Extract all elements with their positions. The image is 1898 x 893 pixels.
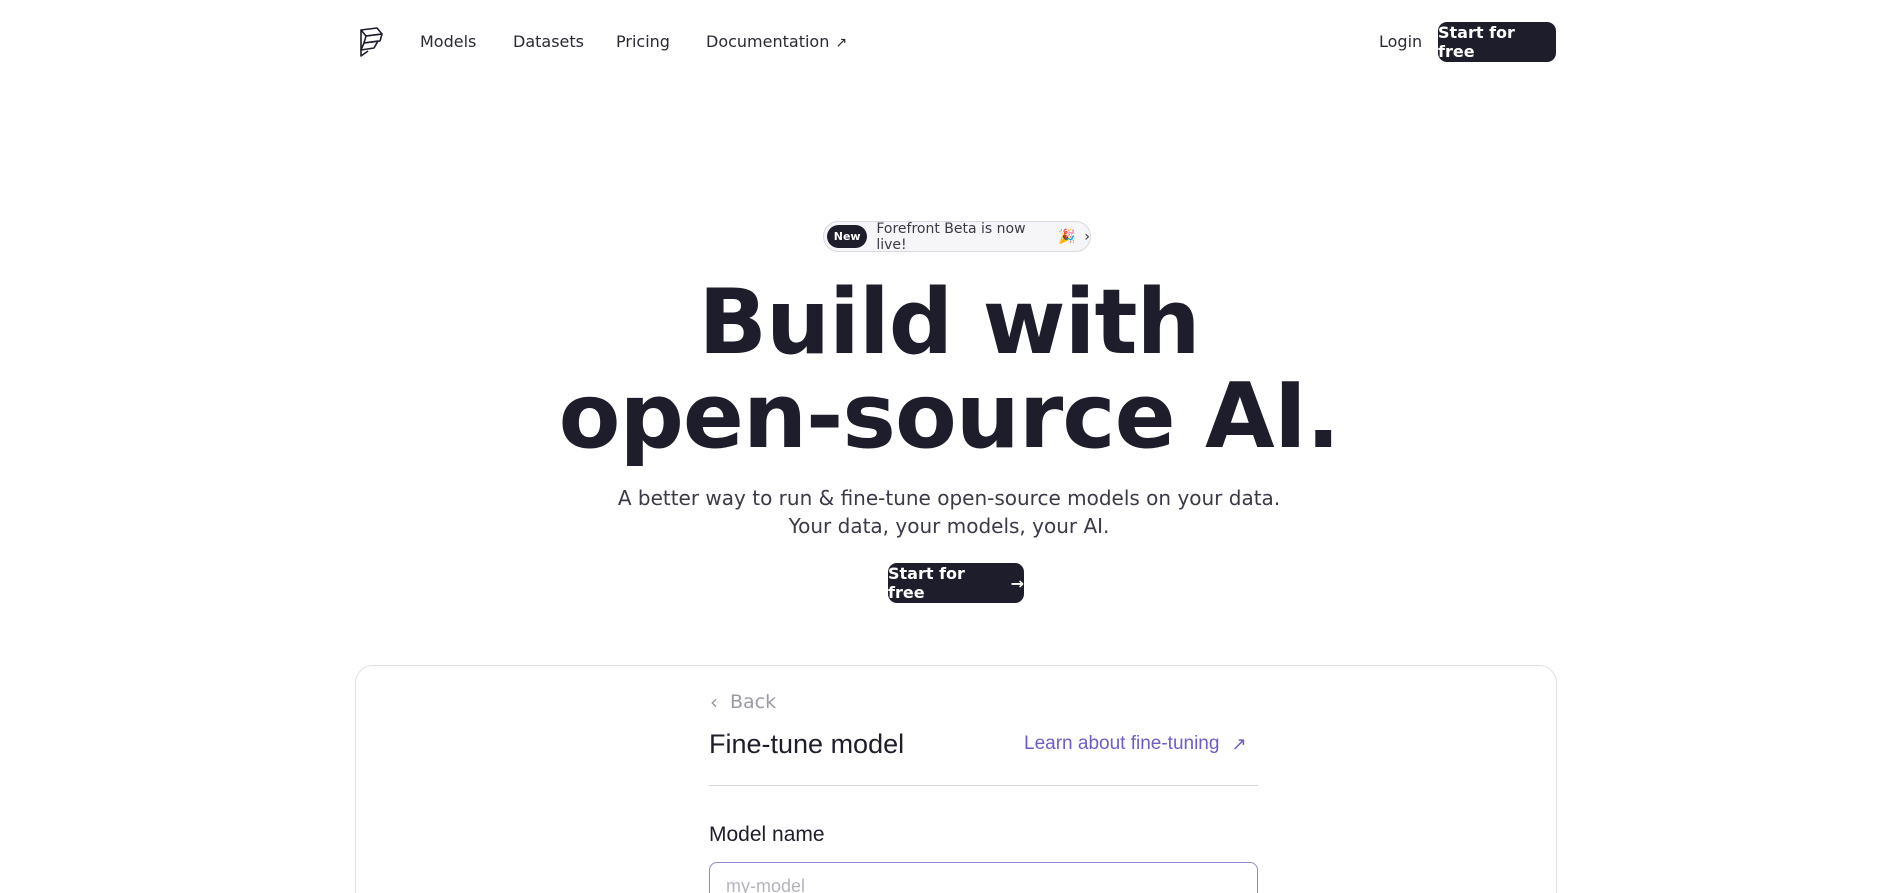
hero-subtitle-line-1: A better way to run & fine-tune open-sou…	[617, 486, 1281, 510]
hero-title-line-1: Build with	[698, 270, 1200, 375]
back-button[interactable]: ‹ Back	[710, 690, 776, 714]
model-name-input[interactable]	[709, 862, 1258, 893]
announcement-text: Forefront Beta is now live!	[876, 220, 1026, 253]
hero-start-for-free-button[interactable]: Start for free →	[888, 563, 1024, 603]
hero-title-line-2: open-source AI.	[558, 364, 1341, 469]
external-link-icon: ↗	[835, 35, 848, 51]
model-name-label: Model name	[709, 823, 825, 846]
section-divider	[709, 785, 1258, 786]
chevron-right-icon: ›	[1084, 228, 1090, 245]
announcement-pill[interactable]: New Forefront Beta is now live! 🎉 ›	[823, 220, 1091, 253]
back-label: Back	[730, 691, 777, 713]
party-popper-icon: 🎉	[1057, 228, 1076, 245]
fine-tune-title: Fine-tune model	[709, 729, 905, 759]
hero-cta-label: Start for free	[888, 564, 965, 602]
external-link-icon: ↗	[1231, 733, 1247, 754]
new-badge: New	[827, 225, 868, 248]
nav-link-pricing[interactable]: Pricing	[616, 32, 670, 52]
hero-subtitle-line-2: Your data, your models, your AI.	[788, 514, 1110, 538]
chevron-left-icon: ‹	[710, 690, 718, 714]
hero-subtitle: A better way to run & fine-tune open-sou…	[0, 484, 1898, 540]
nav-link-models[interactable]: Models	[420, 32, 476, 52]
login-link[interactable]: Login	[1379, 32, 1422, 52]
nav-link-documentation[interactable]: Documentation ↗	[706, 32, 847, 53]
start-for-free-label: Start for free	[1438, 23, 1515, 61]
learn-fine-tuning-link[interactable]: Learn about fine-tuning ↗	[1024, 733, 1247, 755]
app-preview-card	[355, 665, 1557, 893]
top-navigation: Models Datasets Pricing Documentation ↗ L…	[0, 0, 1898, 86]
learn-fine-tuning-label: Learn about fine-tuning	[1024, 733, 1220, 754]
start-for-free-button[interactable]: Start for free	[1438, 22, 1556, 62]
arrow-right-icon: →	[1010, 573, 1024, 593]
forefront-logo-icon[interactable]	[358, 26, 386, 58]
nav-link-datasets[interactable]: Datasets	[513, 32, 584, 52]
hero-title: Build with open-source AI.	[0, 276, 1898, 464]
nav-link-documentation-label: Documentation	[706, 32, 830, 51]
